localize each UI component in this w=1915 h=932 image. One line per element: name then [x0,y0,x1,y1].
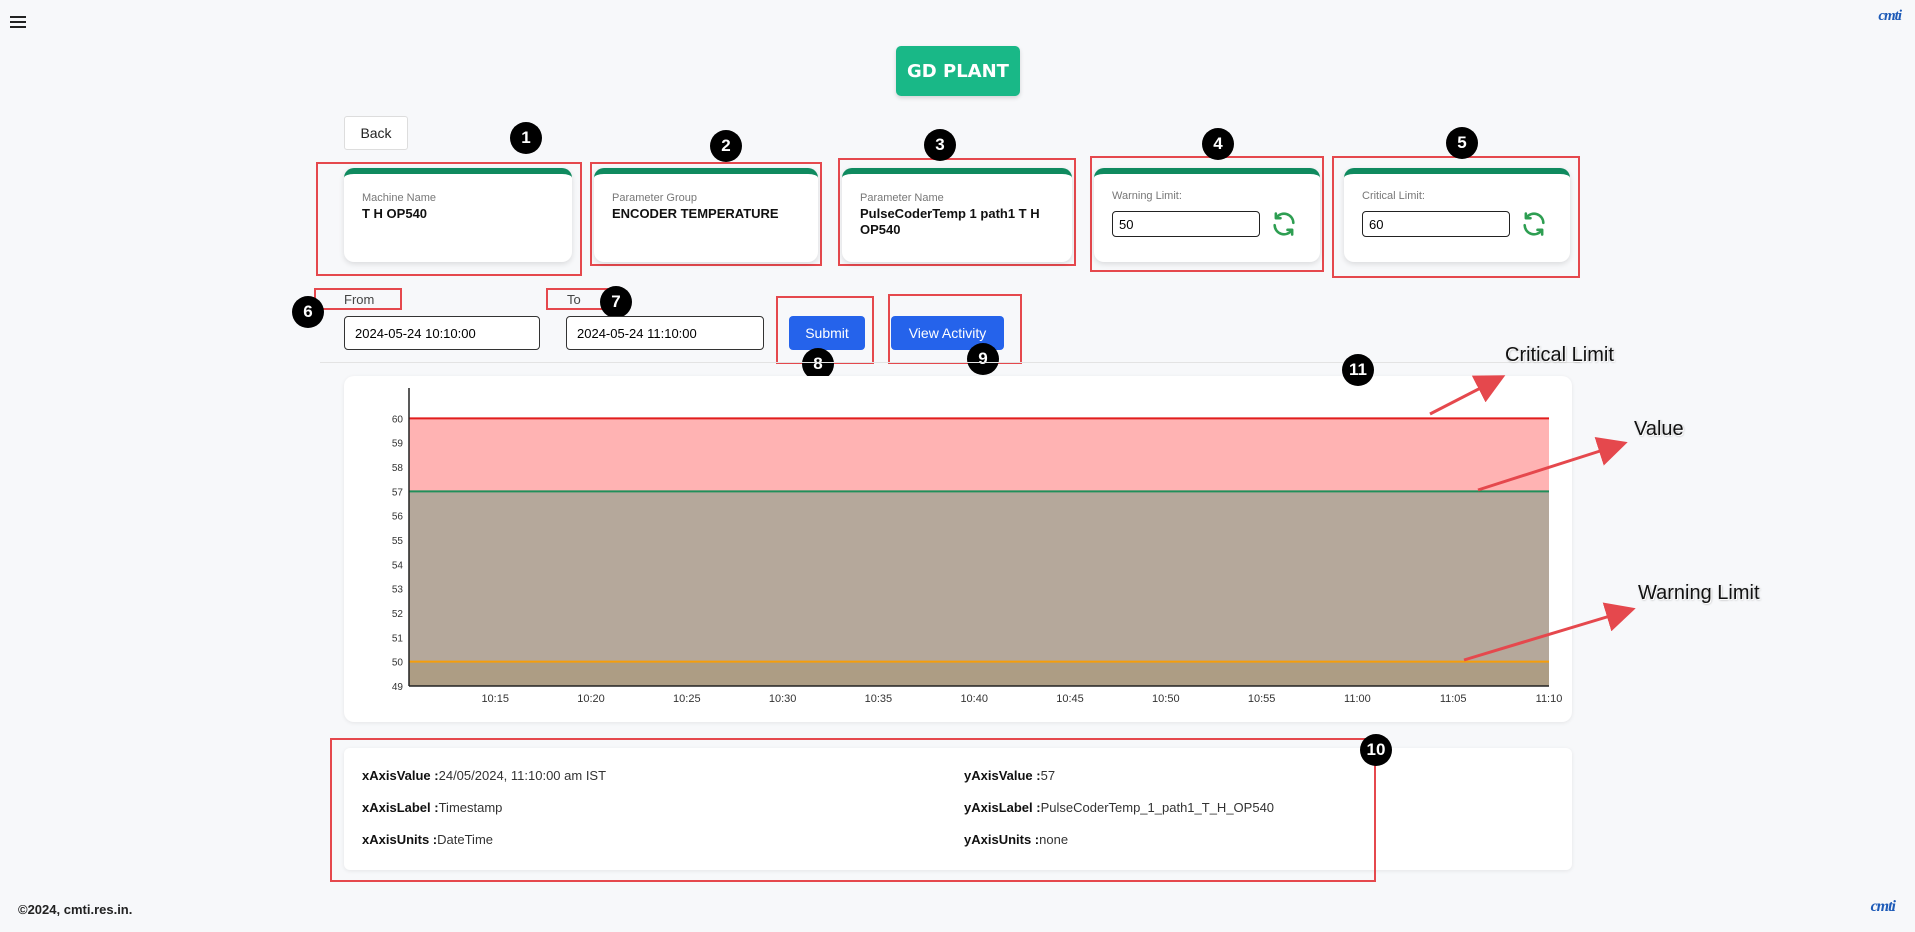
x-tick-label: 10:55 [1248,693,1276,705]
annotation-box-10 [330,738,1376,882]
submit-button[interactable]: Submit [789,316,865,350]
warning-limit-label: Warning Limit: [1112,190,1182,202]
badge-6: 6 [292,296,324,328]
y-tick-label: 49 [392,682,404,693]
area-critical-limit [409,418,1549,492]
badge-4: 4 [1202,128,1234,160]
badge-10: 10 [1360,734,1392,766]
back-button[interactable]: Back [344,116,408,150]
menu-icon[interactable] [10,16,26,30]
machine-name-label: Machine Name [362,192,436,204]
warning-limit-input[interactable] [1112,211,1260,237]
value-annotation: Value [1634,418,1684,440]
badge-2: 2 [710,130,742,162]
y-tick-label: 53 [392,585,404,596]
area-value [409,491,1549,662]
badge-9: 9 [967,343,999,375]
x-tick-label: 10:50 [1152,693,1180,705]
badge-7: 7 [600,286,632,318]
refresh-critical-icon[interactable] [1520,210,1548,238]
parameter-name-value: PulseCoderTemp 1 path1 T H OP540 [860,206,1040,237]
x-tick-label: 10:20 [577,693,605,705]
x-tick-label: 10:30 [769,693,797,705]
x-tick-label: 10:35 [865,693,893,705]
badge-3: 3 [924,129,956,161]
y-tick-label: 57 [392,487,404,498]
x-tick-label: 11:10 [1536,693,1563,705]
critical-limit-card: Critical Limit: [1344,168,1570,262]
footer-copyright: ©2024, cmti.res.in. [18,902,133,917]
y-tick-label: 58 [392,463,404,474]
warning-limit-annotation: Warning Limit [1638,582,1760,604]
from-label: From [344,292,375,307]
critical-limit-annotation: Critical Limit [1505,344,1614,366]
badge-5: 5 [1446,127,1478,159]
cmti-logo-bottom: cmti [1870,898,1896,915]
x-tick-label: 11:05 [1440,693,1467,705]
y-tick-label: 56 [392,512,404,523]
parameter-name-label: Parameter Name [860,192,944,204]
badge-1: 1 [510,122,542,154]
warning-limit-card: Warning Limit: [1094,168,1320,262]
limit-chart: 49 50 51 52 53 54 55 56 57 58 59 60 10:15 10:20 10:25 1… [392,388,1563,705]
divider [320,362,1580,363]
plant-title-button[interactable]: GD PLANT [896,46,1020,96]
critical-limit-input[interactable] [1362,211,1510,237]
y-tick-label: 54 [392,560,404,571]
y-tick-label: 52 [392,609,404,620]
parameter-group-label: Parameter Group [612,192,697,204]
machine-name-card: Machine Name T H OP540 [344,168,572,262]
critical-limit-label: Critical Limit: [1362,190,1425,202]
parameter-group-value: ENCODER TEMPERATURE [612,206,779,221]
x-tick-label: 10:15 [481,693,509,705]
refresh-warning-icon[interactable] [1270,210,1298,238]
to-label: To [567,292,581,307]
y-tick-label: 55 [392,536,404,547]
to-date-input[interactable] [566,316,764,350]
badge-11: 11 [1342,354,1374,386]
area-warning-limit [409,661,1549,686]
y-tick-label: 51 [392,633,404,644]
machine-name-value: T H OP540 [362,206,428,221]
x-tick-label: 10:45 [1056,693,1084,705]
x-tick-label: 11:00 [1344,693,1371,705]
x-tick-label: 10:25 [673,693,701,705]
x-tick-label: 10:40 [960,693,988,705]
y-tick-label: 59 [392,439,404,450]
cmti-logo: cmti [1878,8,1902,24]
parameter-group-card: Parameter Group ENCODER TEMPERATURE [594,168,818,262]
y-tick-label: 60 [392,414,404,425]
parameter-name-card: Parameter Name PulseCoderTemp 1 path1 T … [842,168,1072,262]
y-tick-label: 50 [392,658,404,669]
from-date-input[interactable] [344,316,540,350]
